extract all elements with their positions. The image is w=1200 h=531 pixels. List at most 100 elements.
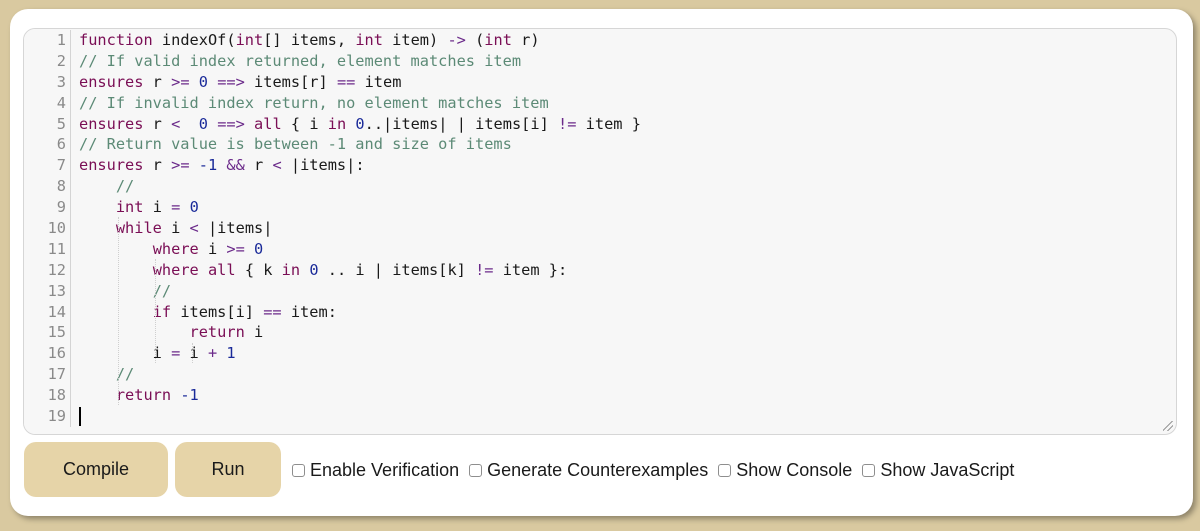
line-number: 6 bbox=[24, 134, 71, 156]
code-token: >= bbox=[171, 72, 190, 91]
show-console-option[interactable]: Show Console bbox=[718, 460, 852, 481]
code-token: == bbox=[263, 302, 282, 321]
code-token: in bbox=[281, 260, 301, 279]
code-editor[interactable]: 1 function indexOf(int[] items, int item)… bbox=[23, 28, 1177, 435]
code-text: ensures r >= -1 && r < |items|: bbox=[79, 155, 365, 176]
line-number: 7 bbox=[24, 155, 71, 177]
code-token: r bbox=[143, 114, 172, 133]
code-token: ( bbox=[465, 31, 485, 49]
code-token: { k bbox=[235, 260, 282, 279]
code-token: -1 bbox=[180, 386, 199, 405]
code-token: ..|items| | items[i] bbox=[364, 114, 559, 133]
show-console-label: Show Console bbox=[736, 459, 853, 480]
line-number: 10 bbox=[24, 218, 71, 239]
code-token: // If invalid index return, no element m… bbox=[79, 93, 549, 112]
enable-verification-label: Enable Verification bbox=[310, 459, 460, 480]
code-text: // bbox=[79, 176, 134, 197]
code-token: i bbox=[180, 344, 208, 363]
code-token: [] items, bbox=[263, 31, 356, 49]
code-line[interactable]: 17 // bbox=[24, 364, 1176, 386]
code-line[interactable]: 16 i = i + 1 bbox=[24, 343, 1176, 365]
line-number: 15 bbox=[24, 322, 71, 344]
code-token: < bbox=[171, 114, 181, 133]
code-token: r bbox=[244, 156, 273, 175]
code-line[interactable]: 5 ensures r < 0 ==> all { i in 0..|items|… bbox=[24, 113, 1176, 135]
code-token: items[i] bbox=[171, 302, 264, 321]
code-text: function indexOf(int[] items, int item) … bbox=[79, 30, 540, 51]
run-button[interactable]: Run bbox=[175, 442, 281, 497]
code-text: return -1 bbox=[79, 385, 199, 406]
code-line[interactable]: 1 function indexOf(int[] items, int item)… bbox=[24, 30, 1176, 51]
options-bar: Enable Verification Generate Counterexam… bbox=[292, 458, 1024, 482]
show-javascript-option[interactable]: Show JavaScript bbox=[862, 460, 1014, 481]
code-lines[interactable]: 1 function indexOf(int[] items, int item)… bbox=[24, 30, 1176, 427]
code-token: r bbox=[143, 156, 172, 175]
line-number: 3 bbox=[24, 71, 71, 93]
code-line[interactable]: 12 where all { k in 0 .. i | items[k] !=… bbox=[24, 259, 1176, 281]
line-number: 1 bbox=[24, 30, 71, 51]
enable-verification-checkbox[interactable] bbox=[292, 463, 305, 477]
generate-counterexamples-option[interactable]: Generate Counterexamples bbox=[469, 460, 708, 481]
code-line[interactable]: 4 // If invalid index return, no element … bbox=[24, 92, 1176, 114]
code-text: where i >= 0 bbox=[79, 239, 264, 260]
resize-handle-icon[interactable] bbox=[1163, 421, 1173, 431]
code-token: |items|: bbox=[281, 156, 365, 175]
line-number: 9 bbox=[24, 197, 71, 219]
code-line[interactable]: 2 // If valid index returned, element mat… bbox=[24, 50, 1176, 72]
code-line[interactable]: 11 where i >= 0 bbox=[24, 238, 1176, 260]
code-line[interactable]: 8 // bbox=[24, 176, 1176, 198]
code-line[interactable]: 3 ensures r >= 0 ==> items[r] == item bbox=[24, 71, 1176, 93]
code-line[interactable]: 19 bbox=[24, 406, 1176, 427]
show-javascript-checkbox[interactable] bbox=[862, 463, 876, 477]
generate-counterexamples-label: Generate Counterexamples bbox=[487, 459, 709, 480]
enable-verification-option[interactable]: Enable Verification bbox=[292, 460, 459, 481]
line-number: 8 bbox=[24, 176, 71, 198]
code-token: -> bbox=[447, 31, 466, 49]
code-line[interactable]: 6 // Return value is between -1 and size … bbox=[24, 134, 1176, 156]
code-token: items[r] bbox=[244, 72, 337, 91]
line-number: 2 bbox=[24, 50, 71, 72]
code-line[interactable]: 18 return -1 bbox=[24, 385, 1176, 407]
code-token: int bbox=[355, 31, 383, 49]
code-line[interactable]: 15 return i bbox=[24, 322, 1176, 344]
code-token: return bbox=[115, 386, 172, 405]
code-token: < bbox=[272, 156, 282, 175]
code-line[interactable]: 7 ensures r >= -1 && r < |items|: bbox=[24, 155, 1176, 177]
code-token: 0 bbox=[355, 114, 365, 133]
code-line[interactable]: 13 // bbox=[24, 280, 1176, 302]
code-token: = bbox=[171, 198, 181, 217]
code-token: i bbox=[79, 344, 172, 363]
code-token: function bbox=[79, 31, 153, 49]
code-line[interactable]: 9 int i = 0 bbox=[24, 197, 1176, 219]
code-token: in bbox=[327, 114, 347, 133]
code-line[interactable]: 14 if items[i] == item: bbox=[24, 301, 1176, 323]
code-text: // If valid index returned, element matc… bbox=[79, 51, 521, 72]
code-token: item } bbox=[576, 114, 641, 133]
compile-button[interactable]: Compile bbox=[24, 442, 168, 497]
show-console-checkbox[interactable] bbox=[718, 463, 732, 477]
code-token: i bbox=[198, 239, 227, 258]
code-line[interactable]: 10 while i < |items| bbox=[24, 218, 1176, 239]
code-token: { i bbox=[281, 114, 328, 133]
generate-counterexamples-checkbox[interactable] bbox=[469, 463, 483, 477]
code-token: where bbox=[152, 260, 199, 279]
line-number: 4 bbox=[24, 92, 71, 114]
line-number: 12 bbox=[24, 259, 71, 281]
code-token: ensures bbox=[79, 156, 144, 175]
code-token: return bbox=[189, 323, 245, 342]
code-token: -1 bbox=[198, 156, 218, 175]
code-token: r) bbox=[511, 31, 540, 49]
code-token: i bbox=[143, 198, 172, 217]
line-number: 14 bbox=[24, 301, 71, 323]
